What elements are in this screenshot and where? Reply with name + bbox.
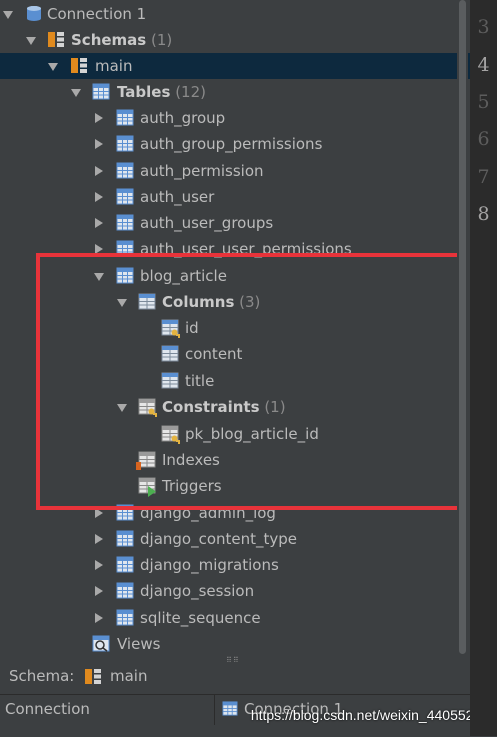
tree-node-table[interactable]: sqlite_sequence (0, 605, 470, 631)
divider (214, 695, 215, 725)
tree-node-table[interactable]: auth_group (0, 105, 470, 131)
connection-header: Connection (5, 700, 90, 718)
editor-gutter: 3 4 5 6 7 8 (470, 0, 497, 736)
tree-node-table[interactable]: auth_user (0, 184, 470, 210)
schemas-label: Schemas (71, 31, 147, 49)
database-icon (27, 6, 41, 21)
table-label: auth_group_permissions (140, 135, 323, 153)
table-label: sqlite_sequence (140, 609, 261, 627)
watermark-text: https://blog.csdn.net/weixin_44055272 (250, 707, 489, 723)
scrollbar-thumb[interactable] (459, 0, 466, 654)
table-icon (116, 188, 134, 205)
tree-node-table[interactable]: auth_user_groups (0, 210, 470, 236)
chevron-right-icon[interactable] (94, 166, 104, 176)
chevron-right-icon[interactable] (94, 218, 104, 228)
schemas-icon (47, 31, 65, 48)
tree-node-table[interactable]: django_session (0, 578, 470, 604)
table-icon (116, 609, 134, 626)
table-icon (116, 530, 134, 547)
chevron-right-icon[interactable] (94, 534, 104, 544)
table-label: django_session (140, 582, 255, 600)
connection-tab-icon (222, 701, 238, 716)
schemas-count: (1) (151, 31, 173, 49)
table-icon (116, 556, 134, 573)
chevron-down-icon[interactable] (26, 35, 36, 45)
tree-node-connection[interactable]: Connection 1 (0, 1, 470, 27)
schema-value[interactable]: main (110, 667, 147, 685)
chevron-down-icon[interactable] (48, 61, 58, 71)
line-number: 7 (477, 166, 490, 188)
tree-node-table[interactable]: auth_group_permissions (0, 131, 470, 157)
line-number: 8 (477, 203, 490, 225)
tree-node-table[interactable]: django_content_type (0, 526, 470, 552)
tree-node-tables[interactable]: Tables (12) (0, 79, 470, 105)
table-label: django_content_type (140, 530, 298, 548)
chevron-right-icon[interactable] (94, 586, 104, 596)
chevron-right-icon[interactable] (94, 139, 104, 149)
chevron-down-icon[interactable] (3, 9, 13, 19)
line-number: 6 (477, 128, 490, 150)
table-label: auth_group (140, 109, 226, 127)
tree-node-main[interactable]: main (0, 53, 470, 79)
tables-folder-icon (92, 83, 110, 100)
tree-node-table[interactable]: auth_permission (0, 158, 470, 184)
tree-node-schemas[interactable]: Schemas (1) (0, 27, 470, 53)
views-icon (92, 635, 110, 652)
tree-node-table[interactable]: django_migrations (0, 552, 470, 578)
schema-icon (70, 57, 88, 74)
table-label: auth_permission (140, 162, 264, 180)
line-number: 3 (477, 16, 490, 38)
table-icon (116, 109, 134, 126)
table-label: auth_user_groups (140, 214, 274, 232)
table-icon (116, 582, 134, 599)
chevron-down-icon[interactable] (71, 87, 81, 97)
table-label: django_migrations (140, 556, 279, 574)
highlight-box (36, 253, 465, 510)
table-label: auth_user (140, 188, 215, 206)
table-icon (116, 135, 134, 152)
chevron-right-icon[interactable] (94, 192, 104, 202)
tables-count: (12) (175, 83, 206, 101)
table-icon (116, 214, 134, 231)
connection-label: Connection 1 (47, 5, 147, 23)
tree-node-views[interactable]: Views (0, 631, 470, 657)
tables-label: Tables (117, 83, 171, 101)
views-label: Views (117, 635, 161, 653)
schema-label: Schema: (9, 667, 75, 685)
main-label: main (95, 57, 133, 75)
line-number: 4 (477, 54, 490, 76)
line-number: 5 (477, 91, 490, 113)
vertical-scrollbar[interactable] (457, 0, 468, 656)
schema-bar: Schema: main (0, 662, 470, 692)
chevron-right-icon[interactable] (94, 613, 104, 623)
chevron-right-icon[interactable] (94, 113, 104, 123)
schema-icon (84, 668, 102, 685)
table-icon (116, 162, 134, 179)
chevron-right-icon[interactable] (94, 560, 104, 570)
